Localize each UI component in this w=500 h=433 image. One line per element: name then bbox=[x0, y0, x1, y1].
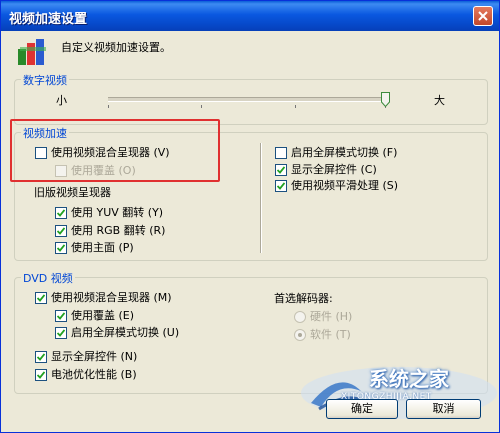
slider-tick bbox=[295, 105, 296, 108]
video-settings-icon bbox=[18, 39, 46, 65]
checkmark-icon bbox=[57, 209, 65, 217]
dialog-description: 自定义视频加速设置。 bbox=[61, 41, 171, 54]
slider-min-label: 小 bbox=[56, 94, 67, 107]
enable-fullscreen-switch-label[interactable]: 启用全屏模式切换 (F) bbox=[291, 146, 397, 160]
decoder-software-radio bbox=[294, 329, 306, 341]
show-fullscreen-controls-label[interactable]: 显示全屏控件 (C) bbox=[291, 163, 377, 177]
window-title: 视频加速设置 bbox=[9, 12, 88, 27]
checkmark-icon bbox=[37, 353, 45, 361]
dialog-window: 视频加速设置 自定义视频加速设置。 数字视频 小 大 视频加速 使用视频混合呈现… bbox=[0, 0, 500, 433]
use-primary-surface-label[interactable]: 使用主面 (P) bbox=[71, 241, 134, 255]
close-button[interactable] bbox=[473, 6, 493, 26]
decoder-hardware-radio bbox=[294, 311, 306, 323]
checkmark-icon bbox=[57, 312, 65, 320]
legend-dvd-video: DVD 视频 bbox=[21, 270, 75, 286]
highlight-box bbox=[10, 119, 220, 182]
title-bar[interactable]: 视频加速设置 bbox=[1, 1, 499, 31]
slider-max-label: 大 bbox=[434, 94, 445, 107]
acceleration-slider-thumb[interactable] bbox=[381, 92, 390, 107]
legend-digital-video: 数字视频 bbox=[21, 72, 69, 88]
dvd-use-overlay-label[interactable]: 使用覆盖 (E) bbox=[71, 309, 134, 323]
checkmark-icon bbox=[277, 182, 285, 190]
show-fullscreen-controls-checkbox[interactable] bbox=[275, 164, 287, 176]
use-rgb-flip-label[interactable]: 使用 RGB 翻转 (R) bbox=[71, 224, 165, 238]
dvd-show-fullscreen-controls-checkbox[interactable] bbox=[35, 351, 47, 363]
battery-optimization-label[interactable]: 电池优化性能 (B) bbox=[51, 368, 137, 382]
dvd-use-mixing-renderer-checkbox[interactable] bbox=[35, 292, 47, 304]
preferred-decoder-label: 首选解码器: bbox=[274, 292, 333, 305]
use-primary-surface-checkbox[interactable] bbox=[55, 242, 67, 254]
watermark-name: 系统之家 bbox=[369, 367, 449, 391]
cancel-button[interactable]: 取消 bbox=[406, 399, 481, 419]
use-video-smoothing-label[interactable]: 使用视频平滑处理 (S) bbox=[291, 179, 398, 193]
enable-fullscreen-switch-checkbox[interactable] bbox=[275, 147, 287, 159]
checkmark-icon bbox=[37, 371, 45, 379]
battery-optimization-checkbox[interactable] bbox=[35, 369, 47, 381]
dvd-use-overlay-checkbox[interactable] bbox=[55, 310, 67, 322]
decoder-hardware-label: 硬件 (H) bbox=[310, 310, 353, 323]
close-icon bbox=[478, 11, 488, 21]
use-yuv-flip-checkbox[interactable] bbox=[55, 207, 67, 219]
checkmark-icon bbox=[57, 329, 65, 337]
use-video-smoothing-checkbox[interactable] bbox=[275, 180, 287, 192]
slider-tick bbox=[108, 105, 109, 108]
use-rgb-flip-checkbox[interactable] bbox=[55, 225, 67, 237]
slider-tick bbox=[201, 105, 202, 108]
dvd-show-fullscreen-controls-label[interactable]: 显示全屏控件 (N) bbox=[51, 350, 137, 364]
acceleration-slider-track[interactable] bbox=[108, 97, 388, 102]
checkmark-icon bbox=[57, 227, 65, 235]
dvd-use-mixing-renderer-label[interactable]: 使用视频混合呈现器 (M) bbox=[51, 291, 172, 305]
use-yuv-flip-label[interactable]: 使用 YUV 翻转 (Y) bbox=[71, 206, 163, 220]
checkmark-icon bbox=[277, 166, 285, 174]
vertical-divider bbox=[260, 143, 262, 253]
checkmark-icon bbox=[37, 294, 45, 302]
checkmark-icon bbox=[57, 244, 65, 252]
dvd-enable-fullscreen-label[interactable]: 启用全屏模式切换 (U) bbox=[71, 326, 179, 340]
decoder-software-label: 软件 (T) bbox=[310, 328, 351, 341]
legacy-renderer-label: 旧版视频呈现器 bbox=[34, 186, 111, 199]
dvd-enable-fullscreen-checkbox[interactable] bbox=[55, 327, 67, 339]
ok-button[interactable]: 确定 bbox=[326, 399, 398, 419]
